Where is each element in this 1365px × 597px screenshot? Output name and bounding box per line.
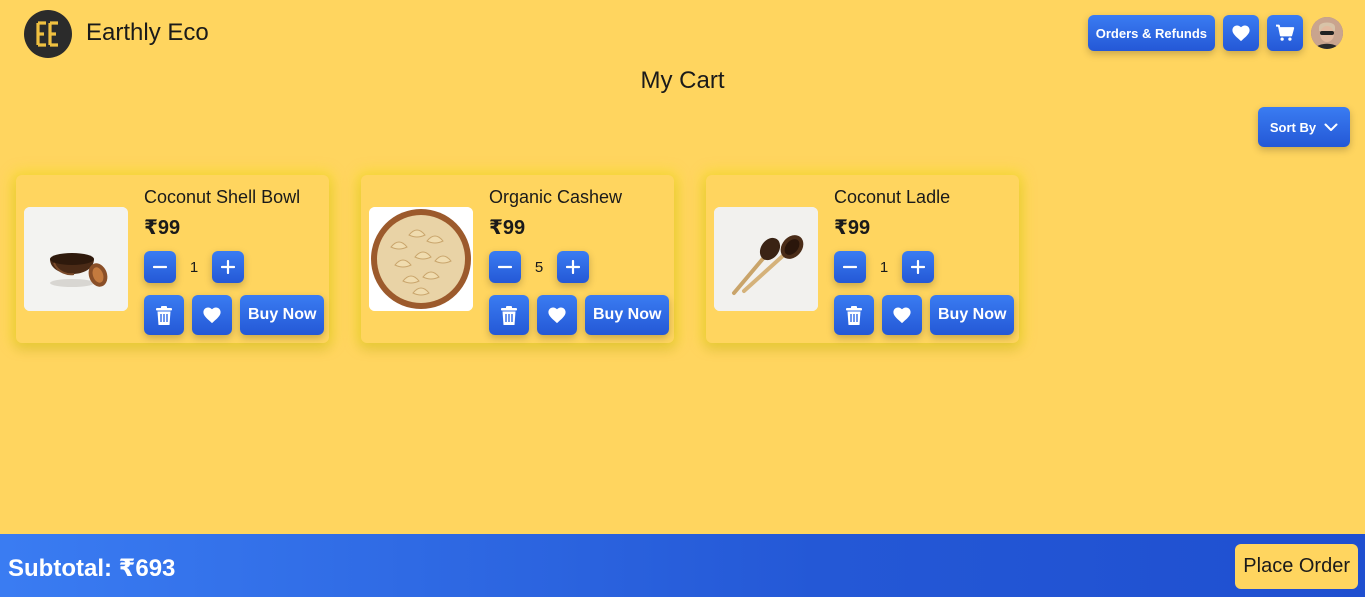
remove-item-button[interactable] bbox=[489, 295, 529, 335]
product-image-cashew[interactable] bbox=[369, 207, 473, 311]
remove-item-button[interactable] bbox=[834, 295, 874, 335]
user-avatar[interactable] bbox=[1311, 17, 1343, 49]
plus-icon bbox=[221, 260, 235, 274]
product-image-coconut-ladle[interactable] bbox=[714, 207, 818, 311]
minus-icon bbox=[843, 265, 857, 269]
checkout-bar: Subtotal: ₹693 Place Order bbox=[0, 534, 1365, 597]
sort-by-label: Sort By bbox=[1269, 119, 1317, 135]
item-actions: Buy Now bbox=[144, 295, 325, 335]
avatar-image bbox=[1311, 17, 1343, 49]
plus-icon bbox=[566, 260, 580, 274]
coconut-bowl-image bbox=[24, 207, 128, 311]
cart-button[interactable] bbox=[1267, 15, 1303, 51]
product-name[interactable]: Coconut Shell Bowl bbox=[144, 187, 300, 208]
heart-icon bbox=[1232, 25, 1250, 42]
quantity-stepper: 1 bbox=[144, 251, 244, 283]
cashew-bowl-image bbox=[369, 207, 473, 311]
add-to-wishlist-button[interactable] bbox=[537, 295, 577, 335]
cart-items-list: Coconut Shell Bowl ₹99 1 Buy Now Organic… bbox=[16, 175, 1019, 343]
quantity-value: 5 bbox=[534, 258, 544, 276]
logo-mark-icon bbox=[36, 21, 58, 47]
cart-item-card: Coconut Shell Bowl ₹99 1 Buy Now bbox=[16, 175, 329, 343]
cart-icon bbox=[1276, 24, 1295, 41]
product-price: ₹99 bbox=[144, 217, 181, 239]
add-to-wishlist-button[interactable] bbox=[882, 295, 922, 335]
header: Earthly Eco Orders & Refunds bbox=[0, 0, 1365, 66]
trash-icon bbox=[156, 305, 172, 325]
wishlist-button[interactable] bbox=[1223, 15, 1259, 51]
orders-refunds-button[interactable]: Orders & Refunds bbox=[1087, 15, 1215, 51]
chevron-down-icon bbox=[1324, 123, 1338, 131]
remove-item-button[interactable] bbox=[144, 295, 184, 335]
buy-now-button[interactable]: Buy Now bbox=[930, 295, 1015, 335]
item-actions: Buy Now bbox=[489, 295, 670, 335]
sort-by-button[interactable]: Sort By bbox=[1258, 107, 1350, 147]
quantity-stepper: 5 bbox=[489, 251, 589, 283]
subtotal: Subtotal: ₹693 bbox=[8, 555, 176, 582]
quantity-value: 1 bbox=[879, 258, 889, 276]
minus-icon bbox=[498, 265, 512, 269]
heart-icon bbox=[893, 307, 911, 324]
brand-name[interactable]: Earthly Eco bbox=[86, 19, 209, 47]
trash-icon bbox=[501, 305, 517, 325]
add-to-wishlist-button[interactable] bbox=[192, 295, 232, 335]
decrease-quantity-button[interactable] bbox=[834, 251, 866, 283]
product-price: ₹99 bbox=[834, 217, 871, 239]
coconut-ladle-image bbox=[714, 207, 818, 311]
product-price: ₹99 bbox=[489, 217, 526, 239]
cart-item-card: Organic Cashew ₹99 5 Buy Now bbox=[361, 175, 674, 343]
trash-icon bbox=[846, 305, 862, 325]
header-actions: Orders & Refunds bbox=[1087, 15, 1343, 51]
increase-quantity-button[interactable] bbox=[902, 251, 934, 283]
plus-icon bbox=[911, 260, 925, 274]
item-actions: Buy Now bbox=[834, 295, 1015, 335]
product-image-coconut-bowl[interactable] bbox=[24, 207, 128, 311]
page-title: My Cart bbox=[640, 67, 725, 94]
buy-now-button[interactable]: Buy Now bbox=[585, 295, 670, 335]
cart-item-card: Coconut Ladle ₹99 1 Buy Now bbox=[706, 175, 1019, 343]
quantity-stepper: 1 bbox=[834, 251, 934, 283]
heart-icon bbox=[548, 307, 566, 324]
heart-icon bbox=[203, 307, 221, 324]
decrease-quantity-button[interactable] bbox=[144, 251, 176, 283]
decrease-quantity-button[interactable] bbox=[489, 251, 521, 283]
increase-quantity-button[interactable] bbox=[557, 251, 589, 283]
minus-icon bbox=[153, 265, 167, 269]
product-name[interactable]: Coconut Ladle bbox=[834, 187, 950, 208]
quantity-value: 1 bbox=[189, 258, 199, 276]
product-name[interactable]: Organic Cashew bbox=[489, 187, 622, 208]
increase-quantity-button[interactable] bbox=[212, 251, 244, 283]
buy-now-button[interactable]: Buy Now bbox=[240, 295, 325, 335]
logo[interactable] bbox=[24, 10, 72, 58]
place-order-button[interactable]: Place Order bbox=[1235, 544, 1358, 589]
